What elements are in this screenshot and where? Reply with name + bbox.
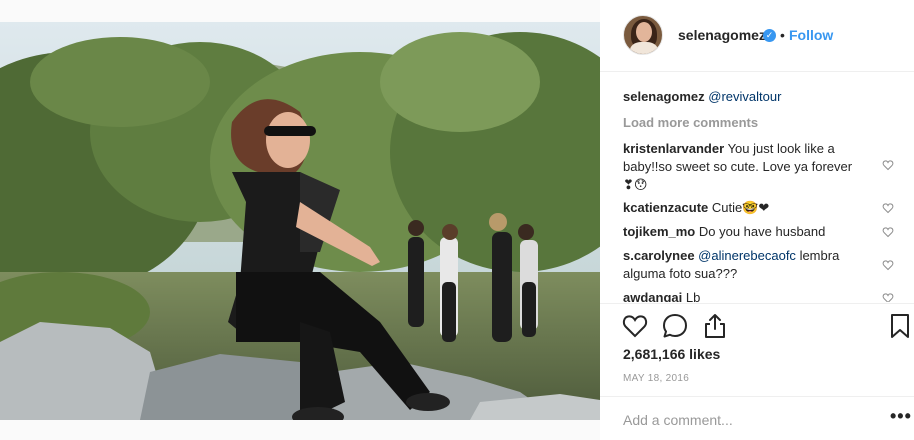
post-photo[interactable] [0, 22, 600, 420]
comment-text: You just look like a [727, 141, 835, 156]
comment-text: lembra [799, 248, 840, 263]
comment-text-line2: baby!!so sweet so cute. Love ya forever [623, 159, 853, 174]
bookmark-icon[interactable] [886, 312, 914, 340]
comment-text-line3: ❣😯 [623, 177, 648, 192]
avatar-face [636, 22, 652, 42]
likes-count[interactable]: 2,681,166 likes [623, 346, 720, 362]
load-more-comments-label[interactable]: Load more comments [623, 115, 758, 130]
comment-username[interactable]: kcatienzacute [623, 200, 708, 215]
comment-username[interactable]: awdangai [623, 290, 682, 302]
comment-item: awdangai Lb [623, 289, 885, 302]
comment-text-line2: alguma foto sua??? [623, 266, 738, 281]
heart-outline-icon[interactable] [882, 259, 894, 271]
load-more-comments[interactable]: Load more comments [623, 114, 885, 132]
post-photo-illustration [0, 22, 600, 420]
heart-outline-icon[interactable] [882, 159, 894, 171]
instagram-post-page: selenagomez ✓ • Follow selenagomez @revi… [0, 0, 914, 440]
comment-username[interactable]: tojikem_mo [623, 224, 695, 239]
caption: selenagomez @revivaltour [623, 88, 885, 106]
action-bar [600, 312, 914, 342]
heart-icon[interactable] [621, 312, 649, 340]
comment-bubble-icon[interactable] [661, 312, 689, 340]
post-sidebar: selenagomez ✓ • Follow selenagomez @revi… [600, 0, 914, 440]
comment-username[interactable]: kristenlarvander [623, 141, 724, 156]
heart-outline-icon[interactable] [882, 226, 894, 238]
more-options-icon[interactable]: ••• [890, 406, 912, 427]
comment-mention[interactable]: @alinerebecaofc [698, 248, 796, 263]
caption-mention[interactable]: @revivaltour [708, 89, 781, 104]
comment-text: Lb [685, 290, 701, 302]
comment-text: Do you have husband [698, 224, 826, 239]
comment-item: kristenlarvander You just look like a ba… [623, 140, 885, 194]
verified-badge-icon: ✓ [763, 29, 776, 42]
comment-username[interactable]: s.carolynee [623, 248, 695, 263]
avatar-body [630, 42, 658, 54]
comment-item: kcatienzacute Cutie🤓❤ [623, 199, 885, 217]
follow-button[interactable]: Follow [789, 27, 833, 43]
heart-outline-icon[interactable] [882, 292, 894, 302]
separator-dot: • [780, 27, 785, 43]
comments-list[interactable]: selenagomez @revivaltour Load more comme… [623, 88, 903, 302]
comment-item: s.carolynee @alinerebecaofc lembra algum… [623, 247, 885, 283]
comment-text: Cutie🤓❤ [711, 200, 770, 215]
author-avatar[interactable] [623, 15, 663, 55]
share-icon[interactable] [701, 312, 729, 340]
heart-outline-icon[interactable] [882, 202, 894, 214]
caption-username[interactable]: selenagomez [623, 89, 705, 104]
post-date[interactable]: MAY 18, 2016 [623, 373, 689, 384]
post-header: selenagomez ✓ • Follow [600, 0, 914, 72]
add-comment-input[interactable] [623, 410, 873, 430]
comment-item: tojikem_mo Do you have husband [623, 223, 885, 241]
author-username[interactable]: selenagomez [678, 27, 766, 43]
divider [600, 303, 914, 304]
divider [600, 396, 914, 397]
